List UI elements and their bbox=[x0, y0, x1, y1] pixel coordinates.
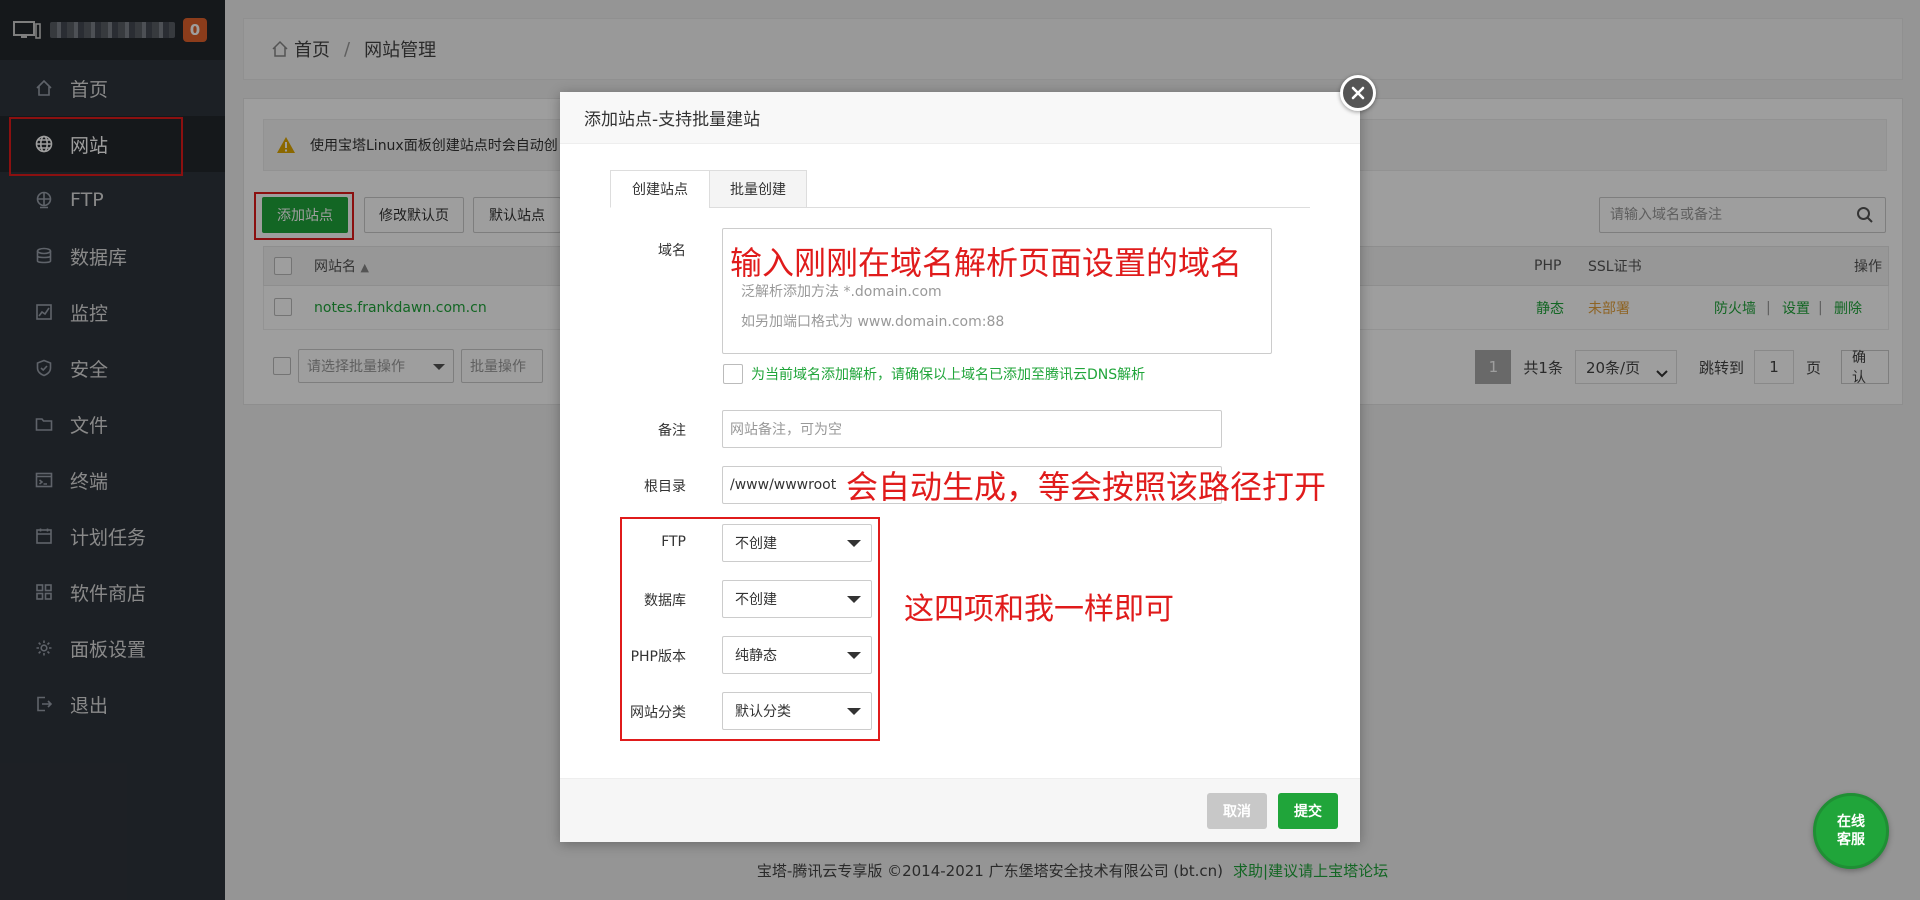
database-select[interactable]: 不创建 bbox=[722, 580, 872, 618]
chevron-down-icon bbox=[847, 708, 861, 715]
label-ftp: FTP bbox=[661, 534, 686, 550]
chevron-down-icon bbox=[847, 652, 861, 659]
site-category-select-value: 默认分类 bbox=[735, 704, 791, 720]
label-site-category: 网站分类 bbox=[630, 705, 686, 721]
database-select-value: 不创建 bbox=[735, 592, 777, 608]
label-remark: 备注 bbox=[658, 423, 686, 439]
support-label-line1: 在线 bbox=[1837, 814, 1865, 830]
online-support-button[interactable]: 在线 客服 bbox=[1813, 793, 1889, 869]
annotation-domain: 输入刚刚在域名解析页面设置的域名 bbox=[730, 244, 1243, 282]
label-database: 数据库 bbox=[644, 593, 686, 609]
dns-resolve-row[interactable]: 为当前域名添加解析，请确保以上域名已添加至腾讯云DNS解析 bbox=[723, 364, 1145, 384]
dialog-tabs: 创建站点 批量创建 bbox=[610, 170, 1310, 208]
add-site-dialog: 添加站点-支持批量建站 创建站点 批量创建 域名 泛解析添加方法 *.domai… bbox=[560, 92, 1360, 842]
dns-resolve-checkbox[interactable] bbox=[723, 364, 743, 384]
dialog-footer: 取消 提交 bbox=[560, 778, 1360, 842]
close-icon bbox=[1351, 86, 1365, 100]
cancel-button[interactable]: 取消 bbox=[1207, 793, 1267, 829]
label-php-version: PHP版本 bbox=[630, 649, 686, 665]
annotation-root: 会自动生成，等会按照该路径打开 bbox=[846, 468, 1327, 506]
ftp-select[interactable]: 不创建 bbox=[722, 524, 872, 562]
dialog-title: 添加站点-支持批量建站 bbox=[560, 92, 1360, 144]
submit-button[interactable]: 提交 bbox=[1278, 793, 1338, 829]
php-version-select-value: 纯静态 bbox=[735, 648, 777, 664]
php-version-select[interactable]: 纯静态 bbox=[722, 636, 872, 674]
remark-input[interactable]: 网站备注，可为空 bbox=[722, 410, 1222, 448]
chevron-down-icon bbox=[847, 540, 861, 547]
chevron-down-icon bbox=[847, 596, 861, 603]
tab-batch-create[interactable]: 批量创建 bbox=[709, 170, 807, 208]
close-dialog-button[interactable] bbox=[1340, 75, 1376, 111]
label-domain: 域名 bbox=[658, 243, 686, 259]
dns-resolve-label: 为当前域名添加解析，请确保以上域名已添加至腾讯云DNS解析 bbox=[751, 367, 1146, 383]
ftp-select-value: 不创建 bbox=[735, 536, 777, 552]
annotation-four-fields: 这四项和我一样即可 bbox=[904, 592, 1174, 627]
domain-hint-wildcard: 泛解析添加方法 *.domain.com bbox=[741, 284, 942, 300]
site-category-select[interactable]: 默认分类 bbox=[722, 692, 872, 730]
domain-hint-port: 如另加端口格式为 www.domain.com:88 bbox=[741, 314, 1005, 330]
support-label-line2: 客服 bbox=[1837, 832, 1865, 848]
tab-create-site[interactable]: 创建站点 bbox=[610, 170, 710, 208]
label-root: 根目录 bbox=[644, 479, 686, 495]
